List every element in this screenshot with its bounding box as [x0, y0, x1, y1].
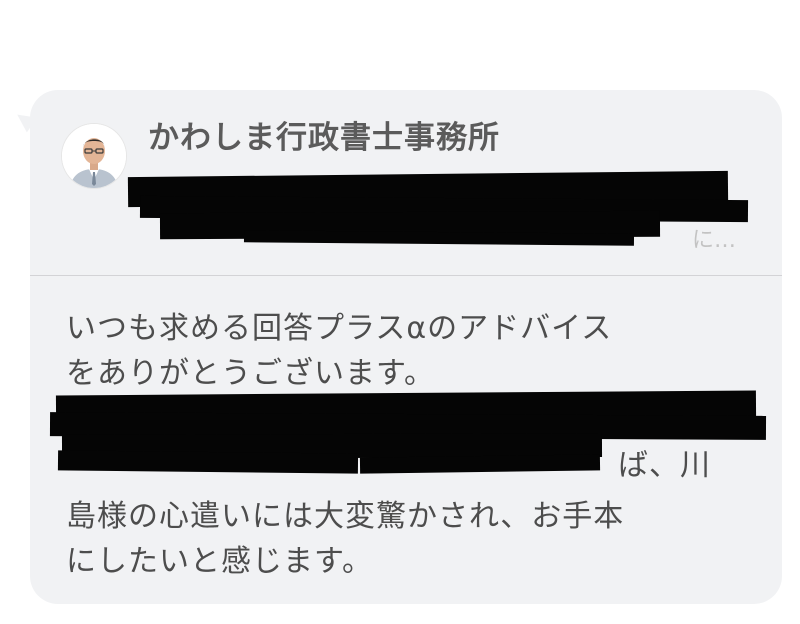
- message-line-1: いつも求める回答プラスαのアドバイス: [66, 311, 613, 346]
- message-line-5: 島様の心遣いには大変驚かされ、お手本: [66, 499, 625, 534]
- message-line-6: にしたいと感じます。: [66, 544, 373, 579]
- redaction-message-e: [359, 454, 601, 474]
- message-line-4-fragment: ば、川: [618, 448, 711, 483]
- person-photo-icon: [62, 124, 126, 188]
- divider: [30, 275, 782, 276]
- preview-line-2-fragment: に…: [691, 228, 736, 250]
- redaction-message-d: [57, 450, 359, 474]
- sender-name[interactable]: かわしま行政書士事務所: [148, 112, 500, 157]
- avatar[interactable]: [62, 124, 126, 188]
- message-line-2: をありがとうございます。: [66, 356, 435, 391]
